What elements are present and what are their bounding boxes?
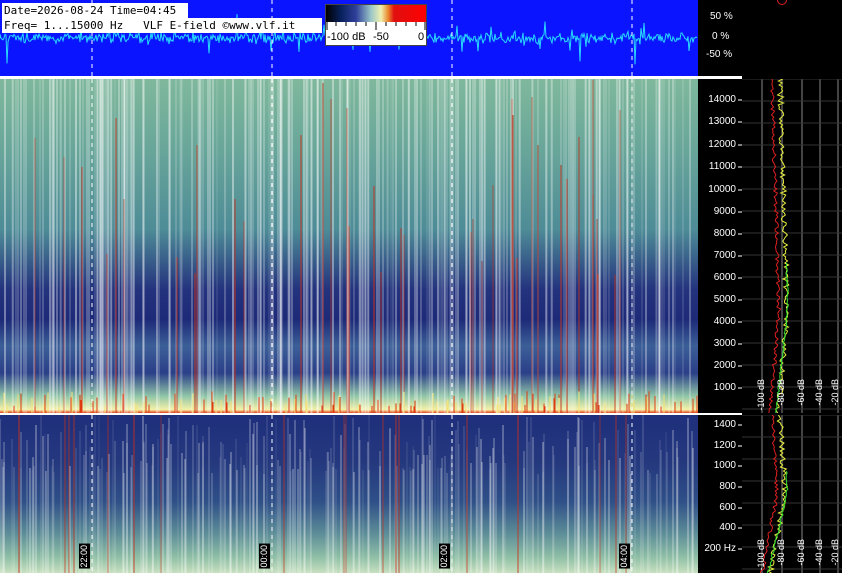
profile-db-label: -40 dB: [814, 539, 824, 566]
time-gridlines: [91, 415, 633, 573]
scale-label-minus50: -50 %: [706, 49, 733, 60]
freq-tick-800: 800: [719, 481, 736, 492]
freq-tick-6000: 6000: [713, 272, 736, 283]
profile-db-label: -80 dB: [776, 539, 786, 566]
freq-tick-12000: 12000: [708, 139, 736, 150]
spectrum-profile-low: -100 dB -80 dB -60 dB -40 dB -20 dB: [742, 415, 842, 573]
freq-tick-1200: 1200: [713, 440, 736, 451]
profile-db-label: -80 dB: [776, 379, 786, 406]
freq-tick-4000: 4000: [713, 316, 736, 327]
date-time-label: Date=2026-08-24 Time=04:45: [2, 3, 188, 18]
profile-db-label: -60 dB: [796, 379, 806, 406]
spectrum-profile-main-plot: [742, 79, 842, 413]
spectrogram-low: 22:00 00:00 02:00 04:00: [0, 415, 698, 573]
freq-tick-200: 200 Hz: [704, 543, 736, 554]
freq-tick-11000: 11000: [708, 161, 736, 172]
freq-tick-2000: 2000: [713, 360, 736, 371]
color-scale-min-label: -100 dB: [327, 31, 366, 43]
profile-db-label: -100 dB: [756, 539, 766, 571]
spectrogram-main: [0, 79, 698, 413]
freq-tick-8000: 8000: [713, 228, 736, 239]
freq-tick-9000: 9000: [713, 206, 736, 217]
frequency-axis-main: 14000 13000 12000 11000 10000 9000 8000 …: [698, 79, 742, 413]
freq-tick-13000: 13000: [708, 116, 736, 127]
color-scale-max-label: 0: [418, 31, 425, 43]
freq-tick-7000: 7000: [713, 250, 736, 261]
freq-tick-1000: 1000: [713, 382, 736, 393]
freq-tick-600: 600: [719, 502, 736, 513]
freq-tick-3000: 3000: [713, 338, 736, 349]
profile-db-label: -20 dB: [830, 379, 840, 406]
indicator-circle-icon: [777, 0, 787, 5]
vlf-monitor-window: Date=2026-08-24 Time=04:45 Freq= 1...150…: [0, 0, 842, 573]
color-scale-legend: -100 dB -50 0: [325, 4, 427, 46]
time-label-0000: 00:00: [259, 544, 270, 569]
freq-tick-5000: 5000: [713, 294, 736, 305]
profile-db-label: -100 dB: [756, 379, 766, 411]
spectrum-profile-main: -100 dB -80 dB -60 dB -40 dB -20 dB: [742, 79, 842, 413]
time-label-0400: 04:00: [619, 544, 630, 569]
profile-db-label: -60 dB: [796, 539, 806, 566]
color-scale-mid-label: -50: [373, 31, 389, 43]
time-label-0200: 02:00: [439, 544, 450, 569]
freq-tick-14000: 14000: [708, 94, 736, 105]
freq-tick-10000: 10000: [708, 184, 736, 195]
profile-db-label: -20 dB: [830, 539, 840, 566]
freq-tick-1000: 1000: [713, 460, 736, 471]
waveform-scale-panel: 50 % 0 % -50 %: [698, 0, 842, 76]
color-scale-ticks: [326, 22, 426, 30]
freq-tick-1400: 1400: [713, 419, 736, 430]
scale-label-zero: 0 %: [712, 31, 730, 42]
scale-label-plus50: 50 %: [710, 11, 733, 22]
profile-db-label: -40 dB: [814, 379, 824, 406]
frequency-info-label: Freq= 1...15000 Hz VLF E-field ©www.vlf.…: [2, 18, 322, 33]
frequency-axis-low: 1400 1200 1000 800 600 400 200 Hz: [698, 415, 742, 573]
time-label-2200: 22:00: [79, 544, 90, 569]
time-gridlines: [91, 79, 633, 413]
freq-tick-400: 400: [719, 522, 736, 533]
color-scale-gradient: [326, 5, 426, 22]
